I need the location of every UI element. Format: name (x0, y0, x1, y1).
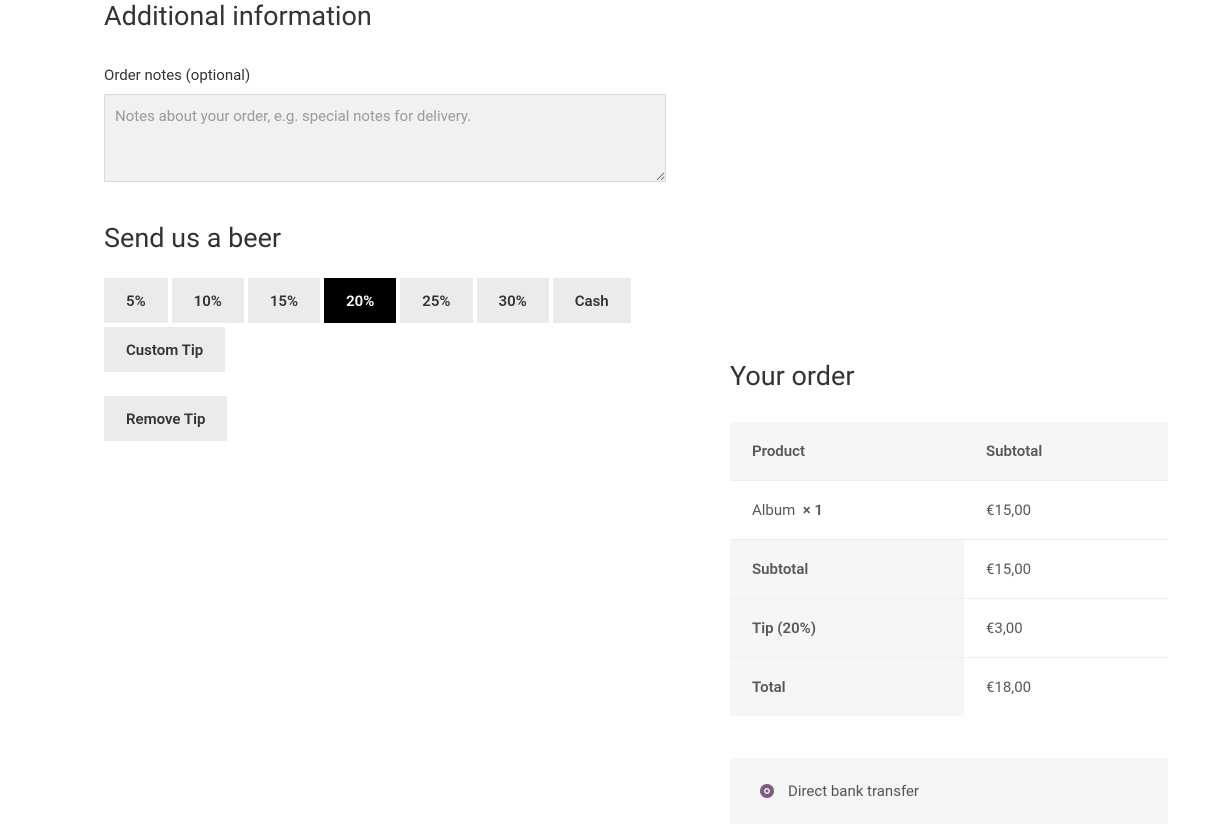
tip-option-25pct[interactable]: 25% (400, 278, 472, 323)
order-line-item: Album × 1 €15,00 (730, 481, 1168, 540)
tip-option-20pct[interactable]: 20% (324, 278, 396, 323)
tip-option-15pct[interactable]: 15% (248, 278, 320, 323)
order-item-name: Album (752, 501, 795, 519)
order-col-product: Product (730, 422, 964, 481)
order-item-subtotal: €15,00 (964, 481, 1168, 540)
order-col-subtotal: Subtotal (964, 422, 1168, 481)
tip-option-cash[interactable]: Cash (553, 278, 631, 323)
order-summary-table: Product Subtotal Album × 1 €15,00 Subtot… (730, 422, 1168, 716)
order-subtotal-value: €15,00 (964, 540, 1168, 599)
tip-option-5pct[interactable]: 5% (104, 278, 168, 323)
order-total-label: Total (730, 658, 964, 717)
payment-radio-direct-bank[interactable] (760, 784, 774, 798)
order-total-value: €18,00 (964, 658, 1168, 717)
additional-info-heading: Additional information (104, 0, 666, 32)
order-tip-label: Tip (20%) (730, 599, 964, 658)
your-order-heading: Your order (730, 360, 1168, 392)
tip-option-custom[interactable]: Custom Tip (104, 327, 225, 372)
tip-options-row: 5% 10% 15% 20% 25% 30% Cash Custom Tip (104, 278, 666, 372)
tip-option-10pct[interactable]: 10% (172, 278, 244, 323)
payment-methods-box: Direct bank transfer (730, 758, 1168, 824)
order-notes-textarea[interactable] (104, 94, 666, 182)
order-item-qty: × 1 (803, 501, 823, 519)
order-subtotal-label: Subtotal (730, 540, 964, 599)
payment-method-label[interactable]: Direct bank transfer (788, 782, 919, 800)
remove-tip-button[interactable]: Remove Tip (104, 396, 227, 441)
order-tip-value: €3,00 (964, 599, 1168, 658)
order-notes-label: Order notes (optional) (104, 66, 666, 84)
tip-heading: Send us a beer (104, 222, 666, 254)
tip-option-30pct[interactable]: 30% (477, 278, 549, 323)
